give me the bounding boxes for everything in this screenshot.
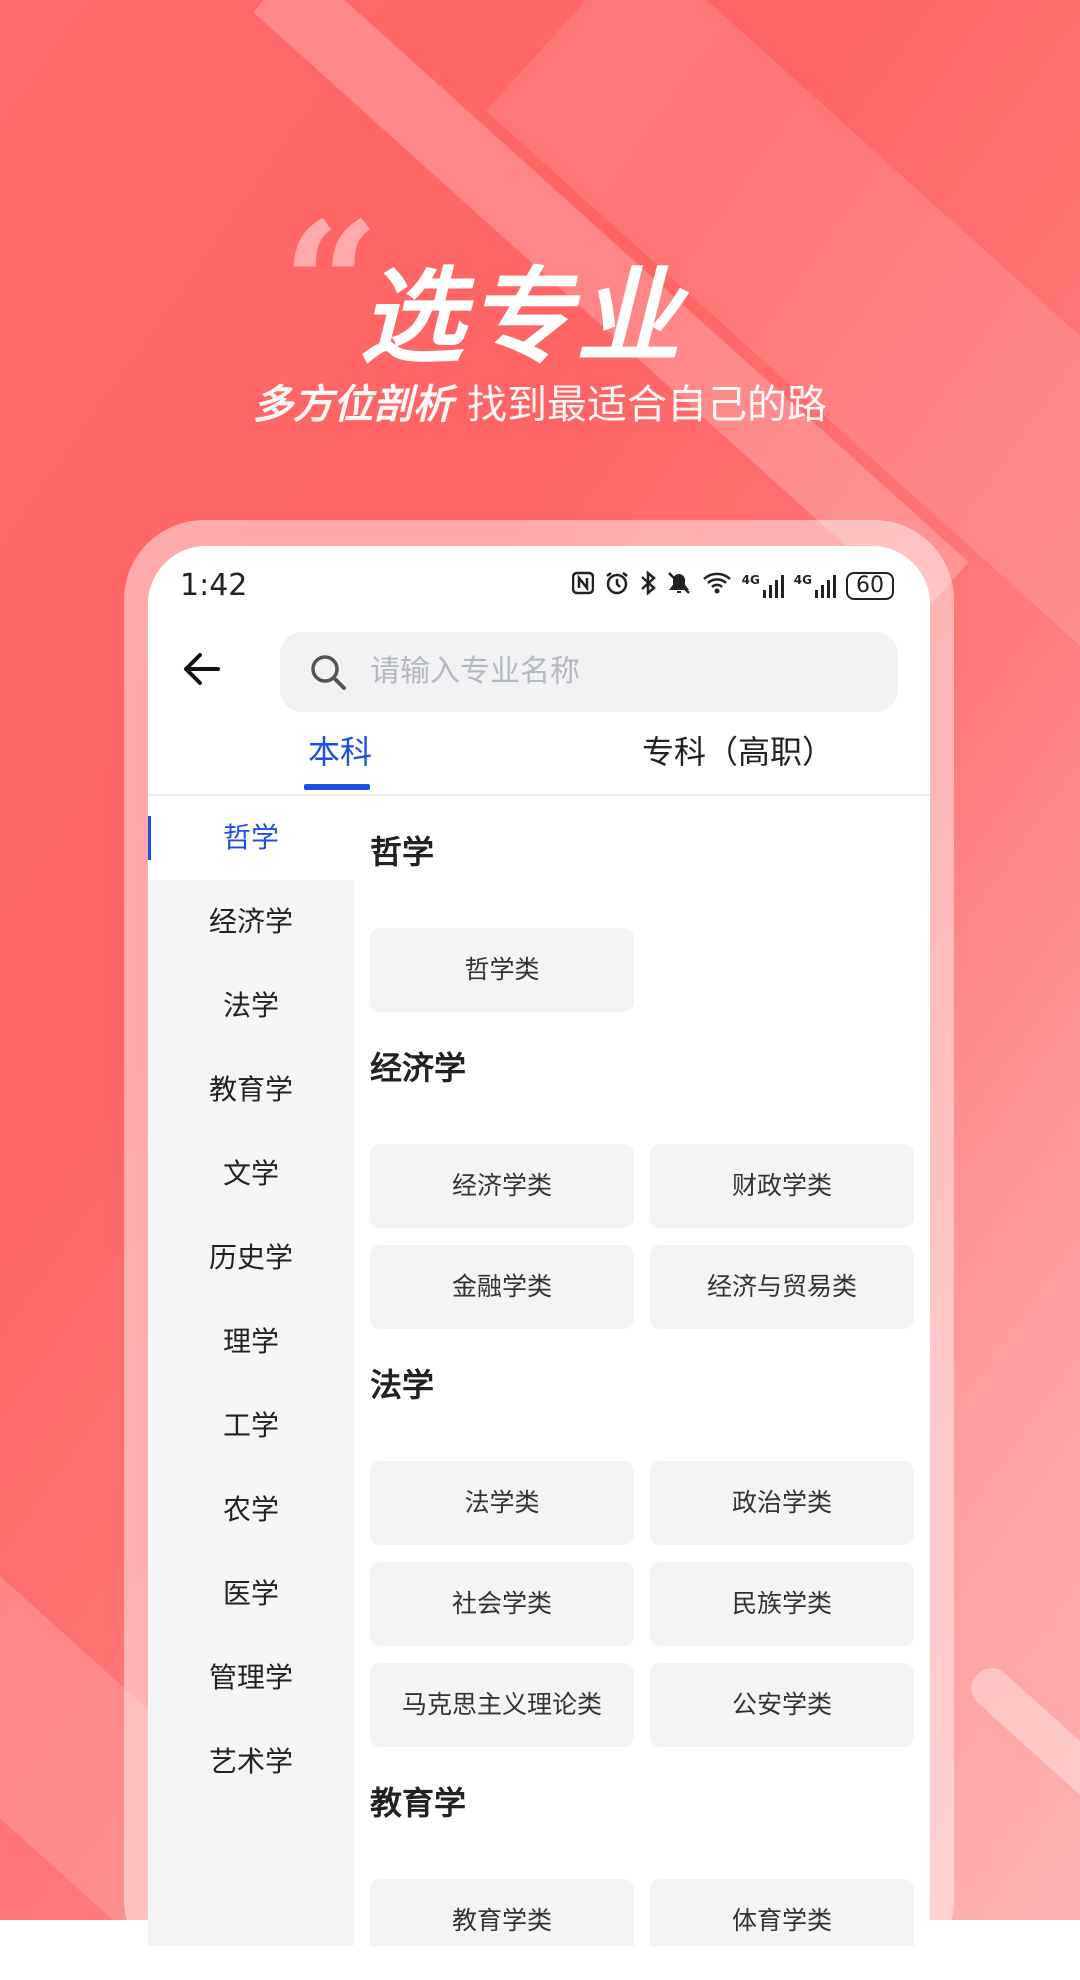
sidebar-item-law[interactable]: 法学 (148, 964, 354, 1048)
phone-screen: 1:42 4G 4G 60 请输入专业名称 本科 专科（高职） 哲学 经济学 法… (148, 546, 930, 1946)
major-chip[interactable]: 经济学类 (370, 1144, 634, 1228)
chip-grid: 哲学类 (370, 928, 916, 1012)
major-list: 哲学 哲学类 经济学 经济学类 财政学类 金融学类 经济与贸易类 法学 法学类 … (370, 796, 916, 1946)
tab-bar: 本科 专科（高职） (148, 724, 930, 796)
tab-vocational[interactable]: 专科（高职） (638, 724, 838, 796)
arrow-left-icon (184, 653, 220, 685)
wifi-icon (702, 571, 732, 601)
tab-undergraduate[interactable]: 本科 (304, 724, 376, 796)
battery-indicator: 60 (846, 572, 894, 600)
status-time: 1:42 (180, 568, 248, 603)
section-title: 教育学 (370, 1784, 467, 1822)
alarm-icon (604, 570, 630, 602)
decorative-streak (963, 1660, 1080, 1811)
major-chip[interactable]: 民族学类 (650, 1562, 914, 1646)
sidebar-item-management[interactable]: 管理学 (148, 1636, 354, 1720)
sidebar-item-literature[interactable]: 文学 (148, 1132, 354, 1216)
major-chip[interactable]: 法学类 (370, 1461, 634, 1545)
sidebar-item-economics[interactable]: 经济学 (148, 880, 354, 964)
nfc-icon (571, 571, 594, 601)
major-chip[interactable]: 教育学类 (370, 1879, 634, 1946)
sidebar-item-philosophy[interactable]: 哲学 (148, 796, 354, 880)
hero-title: 选专业 (360, 256, 685, 378)
category-sidebar: 哲学 经济学 法学 教育学 文学 历史学 理学 工学 农学 医学 管理学 艺术学 (148, 796, 354, 1946)
major-chip[interactable]: 哲学类 (370, 928, 634, 1012)
sidebar-item-agriculture[interactable]: 农学 (148, 1468, 354, 1552)
top-bar (148, 624, 930, 714)
section-title: 哲学 (370, 833, 435, 871)
search-input[interactable] (370, 632, 870, 712)
sidebar-item-history[interactable]: 历史学 (148, 1216, 354, 1300)
sidebar-item-arts[interactable]: 艺术学 (148, 1720, 354, 1804)
major-chip[interactable]: 马克思主义理论类 (370, 1663, 634, 1747)
sidebar-item-engineering[interactable]: 工学 (148, 1384, 354, 1468)
status-icons: 4G 4G 60 (571, 570, 894, 602)
sidebar-item-medicine[interactable]: 医学 (148, 1552, 354, 1636)
search-icon (311, 655, 346, 690)
major-chip[interactable]: 体育学类 (650, 1879, 914, 1946)
major-chip[interactable]: 政治学类 (650, 1461, 914, 1545)
signal-label: 4G (741, 573, 760, 587)
major-chip[interactable]: 金融学类 (370, 1245, 634, 1329)
hero-subtitle-text: 找到最适合自己的路 (467, 382, 827, 428)
back-button[interactable] (178, 644, 228, 694)
signal-4g-icon: 4G (742, 574, 784, 598)
section-title: 经济学 (370, 1049, 467, 1087)
major-chip[interactable]: 社会学类 (370, 1562, 634, 1646)
hero-subtitle-emphasis: 多方位剖析 (253, 382, 453, 428)
chip-grid: 法学类 政治学类 社会学类 民族学类 马克思主义理论类 公安学类 (370, 1461, 916, 1747)
signal-label: 4G (793, 573, 812, 587)
sidebar-item-education[interactable]: 教育学 (148, 1048, 354, 1132)
major-chip[interactable]: 财政学类 (650, 1144, 914, 1228)
chip-grid: 教育学类 体育学类 (370, 1879, 916, 1946)
chip-grid: 经济学类 财政学类 金融学类 经济与贸易类 (370, 1144, 916, 1329)
sidebar-item-science[interactable]: 理学 (148, 1300, 354, 1384)
major-chip[interactable]: 公安学类 (650, 1663, 914, 1747)
signal-4g-icon: 4G (794, 574, 836, 598)
bluetooth-icon (640, 570, 656, 602)
section-title: 法学 (370, 1366, 435, 1404)
search-box[interactable] (280, 632, 898, 712)
mute-icon (666, 570, 692, 602)
major-chip[interactable]: 经济与贸易类 (650, 1245, 914, 1329)
hero-subtitle: 多方位剖析 找到最适合自己的路 (0, 372, 1080, 430)
status-bar: 1:42 4G 4G 60 (148, 546, 930, 626)
